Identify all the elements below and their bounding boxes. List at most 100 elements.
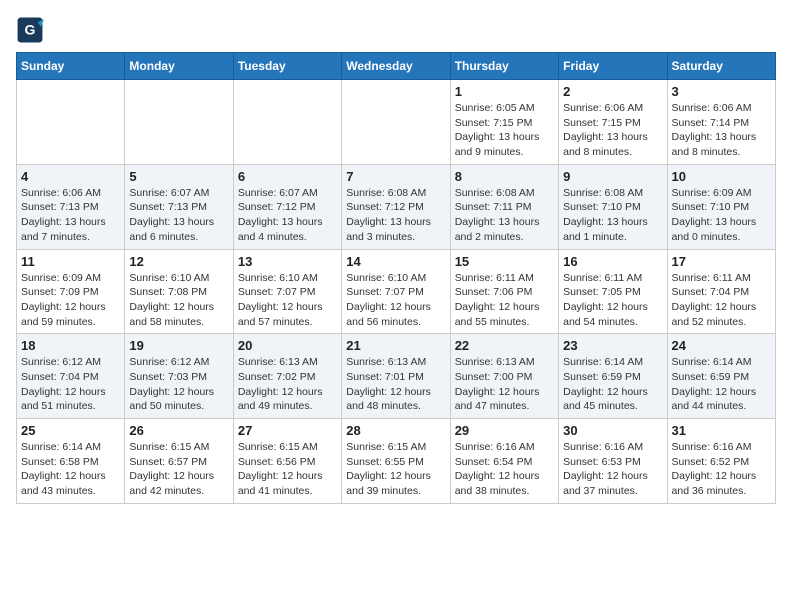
calendar-cell: 23Sunrise: 6:14 AM Sunset: 6:59 PM Dayli… [559, 334, 667, 419]
calendar-cell: 31 Sunrise: 6:16 AM Sunset: 6:52 PM Dayli… [667, 419, 775, 504]
calendar-cell: 1 Sunrise: 6:05 AM Sunset: 7:15 PM Daylig… [450, 80, 558, 165]
calendar-cell [342, 80, 450, 165]
calendar-cell: 25 Sunrise: 6:14 AM Sunset: 6:58 PM Dayli… [17, 419, 125, 504]
day-number: 18 [21, 338, 120, 353]
day-info: Sunrise: 6:06 AM Sunset: 7:14 PM Dayligh… [672, 101, 771, 160]
day-info: Sunrise: 6:15 AM Sunset: 6:56 PM Dayligh… [238, 440, 337, 499]
calendar-cell [233, 80, 341, 165]
week-row-2: 4 Sunrise: 6:06 AM Sunset: 7:13 PM Daylig… [17, 164, 776, 249]
day-info: Sunrise: 6:16 AM Sunset: 6:52 PM Dayligh… [672, 440, 771, 499]
day-info: Sunrise: 6:15 AM Sunset: 6:57 PM Dayligh… [129, 440, 228, 499]
day-info: Sunrise: 6:10 AM Sunset: 7:07 PM Dayligh… [238, 271, 337, 330]
day-number: 16 [563, 254, 662, 269]
day-info: Sunrise: 6:16 AM Sunset: 6:54 PM Dayligh… [455, 440, 554, 499]
calendar-cell: 9 Sunrise: 6:08 AM Sunset: 7:10 PM Daylig… [559, 164, 667, 249]
day-number: 13 [238, 254, 337, 269]
day-number: 14 [346, 254, 445, 269]
day-info: Sunrise: 6:08 AM Sunset: 7:11 PM Dayligh… [455, 186, 554, 245]
calendar-cell: 30Sunrise: 6:16 AM Sunset: 6:53 PM Dayli… [559, 419, 667, 504]
day-number: 31 [672, 423, 771, 438]
calendar-header-row: SundayMondayTuesdayWednesdayThursdayFrid… [17, 53, 776, 80]
day-number: 3 [672, 84, 771, 99]
day-number: 11 [21, 254, 120, 269]
calendar-cell: 15 Sunrise: 6:11 AM Sunset: 7:06 PM Dayli… [450, 249, 558, 334]
calendar-cell: 20 Sunrise: 6:13 AM Sunset: 7:02 PM Dayli… [233, 334, 341, 419]
day-info: Sunrise: 6:05 AM Sunset: 7:15 PM Dayligh… [455, 101, 554, 160]
day-number: 29 [455, 423, 554, 438]
day-number: 4 [21, 169, 120, 184]
calendar-cell: 14 Sunrise: 6:10 AM Sunset: 7:07 PM Dayli… [342, 249, 450, 334]
column-header-thursday: Thursday [450, 53, 558, 80]
day-number: 26 [129, 423, 228, 438]
column-header-tuesday: Tuesday [233, 53, 341, 80]
column-header-friday: Friday [559, 53, 667, 80]
day-info: Sunrise: 6:08 AM Sunset: 7:12 PM Dayligh… [346, 186, 445, 245]
day-number: 25 [21, 423, 120, 438]
day-info: Sunrise: 6:14 AM Sunset: 6:58 PM Dayligh… [21, 440, 120, 499]
day-info: Sunrise: 6:13 AM Sunset: 7:02 PM Dayligh… [238, 355, 337, 414]
day-number: 10 [672, 169, 771, 184]
calendar-cell: 18 Sunrise: 6:12 AM Sunset: 7:04 PM Dayli… [17, 334, 125, 419]
logo: G [16, 16, 48, 44]
calendar-cell: 28 Sunrise: 6:15 AM Sunset: 6:55 PM Dayli… [342, 419, 450, 504]
day-number: 6 [238, 169, 337, 184]
calendar-cell: 10 Sunrise: 6:09 AM Sunset: 7:10 PM Dayli… [667, 164, 775, 249]
column-header-wednesday: Wednesday [342, 53, 450, 80]
column-header-saturday: Saturday [667, 53, 775, 80]
calendar-cell: 4 Sunrise: 6:06 AM Sunset: 7:13 PM Daylig… [17, 164, 125, 249]
calendar-cell: 11 Sunrise: 6:09 AM Sunset: 7:09 PM Dayli… [17, 249, 125, 334]
day-info: Sunrise: 6:07 AM Sunset: 7:13 PM Dayligh… [129, 186, 228, 245]
day-number: 20 [238, 338, 337, 353]
day-info: Sunrise: 6:13 AM Sunset: 7:00 PM Dayligh… [455, 355, 554, 414]
day-info: Sunrise: 6:11 AM Sunset: 7:04 PM Dayligh… [672, 271, 771, 330]
day-info: Sunrise: 6:06 AM Sunset: 7:15 PM Dayligh… [563, 101, 662, 160]
day-info: Sunrise: 6:12 AM Sunset: 7:04 PM Dayligh… [21, 355, 120, 414]
day-info: Sunrise: 6:15 AM Sunset: 6:55 PM Dayligh… [346, 440, 445, 499]
day-info: Sunrise: 6:07 AM Sunset: 7:12 PM Dayligh… [238, 186, 337, 245]
day-number: 9 [563, 169, 662, 184]
day-number: 8 [455, 169, 554, 184]
day-info: Sunrise: 6:09 AM Sunset: 7:09 PM Dayligh… [21, 271, 120, 330]
week-row-1: 1 Sunrise: 6:05 AM Sunset: 7:15 PM Daylig… [17, 80, 776, 165]
column-header-sunday: Sunday [17, 53, 125, 80]
calendar: SundayMondayTuesdayWednesdayThursdayFrid… [16, 52, 776, 504]
day-number: 12 [129, 254, 228, 269]
calendar-cell: 3 Sunrise: 6:06 AM Sunset: 7:14 PM Daylig… [667, 80, 775, 165]
day-number: 5 [129, 169, 228, 184]
day-number: 17 [672, 254, 771, 269]
day-number: 7 [346, 169, 445, 184]
calendar-cell: 24Sunrise: 6:14 AM Sunset: 6:59 PM Dayli… [667, 334, 775, 419]
svg-text:G: G [25, 22, 36, 38]
day-info: Sunrise: 6:08 AM Sunset: 7:10 PM Dayligh… [563, 186, 662, 245]
day-number: 1 [455, 84, 554, 99]
day-info: Sunrise: 6:10 AM Sunset: 7:08 PM Dayligh… [129, 271, 228, 330]
calendar-cell: 22Sunrise: 6:13 AM Sunset: 7:00 PM Dayli… [450, 334, 558, 419]
day-number: 28 [346, 423, 445, 438]
day-number: 2 [563, 84, 662, 99]
calendar-cell: 17 Sunrise: 6:11 AM Sunset: 7:04 PM Dayli… [667, 249, 775, 334]
calendar-cell [17, 80, 125, 165]
day-info: Sunrise: 6:11 AM Sunset: 7:06 PM Dayligh… [455, 271, 554, 330]
logo-icon: G [16, 16, 44, 44]
calendar-cell: 2 Sunrise: 6:06 AM Sunset: 7:15 PM Daylig… [559, 80, 667, 165]
day-number: 15 [455, 254, 554, 269]
calendar-cell: 12 Sunrise: 6:10 AM Sunset: 7:08 PM Dayli… [125, 249, 233, 334]
day-info: Sunrise: 6:09 AM Sunset: 7:10 PM Dayligh… [672, 186, 771, 245]
calendar-cell [125, 80, 233, 165]
calendar-cell: 5 Sunrise: 6:07 AM Sunset: 7:13 PM Daylig… [125, 164, 233, 249]
day-info: Sunrise: 6:10 AM Sunset: 7:07 PM Dayligh… [346, 271, 445, 330]
day-number: 23 [563, 338, 662, 353]
week-row-4: 18 Sunrise: 6:12 AM Sunset: 7:04 PM Dayli… [17, 334, 776, 419]
day-number: 30 [563, 423, 662, 438]
calendar-cell: 6 Sunrise: 6:07 AM Sunset: 7:12 PM Daylig… [233, 164, 341, 249]
day-info: Sunrise: 6:06 AM Sunset: 7:13 PM Dayligh… [21, 186, 120, 245]
header: G [16, 16, 776, 44]
day-number: 27 [238, 423, 337, 438]
calendar-cell: 16Sunrise: 6:11 AM Sunset: 7:05 PM Dayli… [559, 249, 667, 334]
calendar-cell: 7 Sunrise: 6:08 AM Sunset: 7:12 PM Daylig… [342, 164, 450, 249]
column-header-monday: Monday [125, 53, 233, 80]
day-number: 24 [672, 338, 771, 353]
calendar-cell: 27 Sunrise: 6:15 AM Sunset: 6:56 PM Dayli… [233, 419, 341, 504]
day-info: Sunrise: 6:13 AM Sunset: 7:01 PM Dayligh… [346, 355, 445, 414]
calendar-cell: 19Sunrise: 6:12 AM Sunset: 7:03 PM Dayli… [125, 334, 233, 419]
